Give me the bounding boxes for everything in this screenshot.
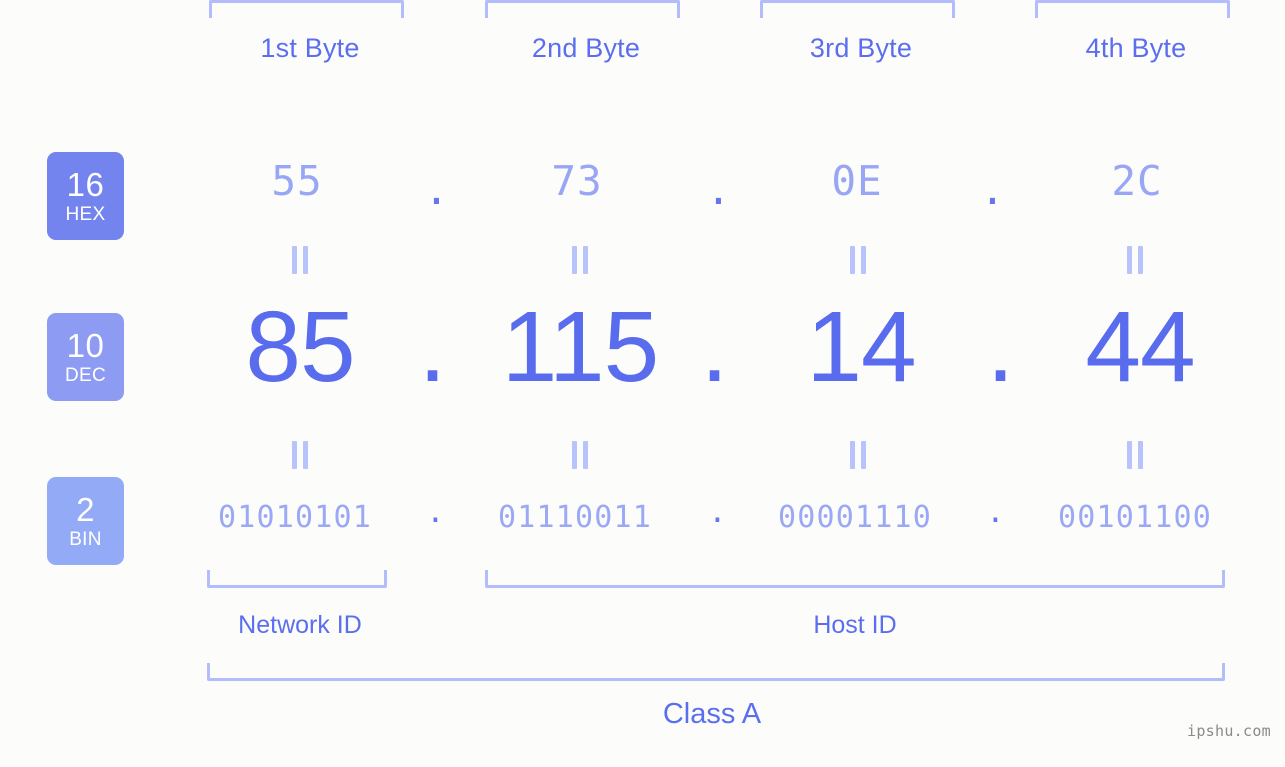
base-badge-bin-abbr: BIN [69, 529, 102, 550]
host-id-bracket [485, 570, 1225, 588]
byte-bracket-3 [760, 0, 955, 18]
network-id-label: Network ID [238, 611, 362, 639]
equals-icon-dec-bin-2 [567, 440, 593, 470]
base-badge-hex-number: 16 [66, 166, 105, 203]
byte-header-1: 1st Byte [260, 33, 360, 63]
base-badge-bin-number: 2 [76, 491, 95, 528]
equals-icon-dec-bin-1 [287, 440, 313, 470]
base-badge-dec: 10 DEC [47, 313, 124, 401]
base-badge-dec-number: 10 [66, 327, 105, 364]
byte-header-4: 4th Byte [1085, 33, 1187, 63]
hex-byte-3: 0E [831, 157, 883, 205]
network-id-bracket [207, 570, 387, 588]
equals-icon-dec-bin-4 [1122, 440, 1148, 470]
dec-separator-2: . [700, 291, 729, 403]
hex-byte-4: 2C [1111, 157, 1163, 205]
byte-bracket-1 [209, 0, 404, 18]
byte-bracket-2 [485, 0, 680, 18]
class-label: Class A [662, 698, 762, 730]
dec-byte-1: 85 [245, 291, 355, 403]
byte-header-3: 3rd Byte [809, 33, 913, 63]
base-badge-hex: 16 HEX [47, 152, 124, 240]
byte-header-2: 2nd Byte [531, 33, 641, 63]
byte-bracket-4 [1035, 0, 1230, 18]
dec-byte-3: 14 [806, 291, 916, 403]
equals-icon-hex-dec-1 [287, 245, 313, 275]
equals-icon-hex-dec-4 [1122, 245, 1148, 275]
dec-byte-2: 115 [501, 291, 659, 403]
dec-separator-1: . [418, 291, 447, 403]
site-watermark: ipshu.com [1187, 722, 1271, 740]
hex-byte-1: 55 [271, 157, 323, 205]
base-badge-hex-abbr: HEX [65, 204, 106, 225]
hex-byte-2: 73 [551, 157, 603, 205]
base-badge-bin: 2 BIN [47, 477, 124, 565]
bin-byte-2: 01110011 [497, 500, 653, 535]
equals-icon-hex-dec-2 [567, 245, 593, 275]
bin-byte-4: 00101100 [1057, 500, 1213, 535]
bin-byte-3: 00001110 [777, 500, 933, 535]
bin-byte-1: 01010101 [217, 500, 373, 535]
base-badge-dec-abbr: DEC [64, 365, 106, 386]
dec-byte-4: 44 [1085, 291, 1195, 403]
ip-address-breakdown-diagram: 1st Byte 2nd Byte 3rd Byte 4th Byte 16 H… [0, 0, 1285, 767]
equals-icon-hex-dec-3 [845, 245, 871, 275]
equals-icon-dec-bin-3 [845, 440, 871, 470]
host-id-label: Host ID [813, 611, 897, 639]
class-bracket [207, 663, 1225, 681]
